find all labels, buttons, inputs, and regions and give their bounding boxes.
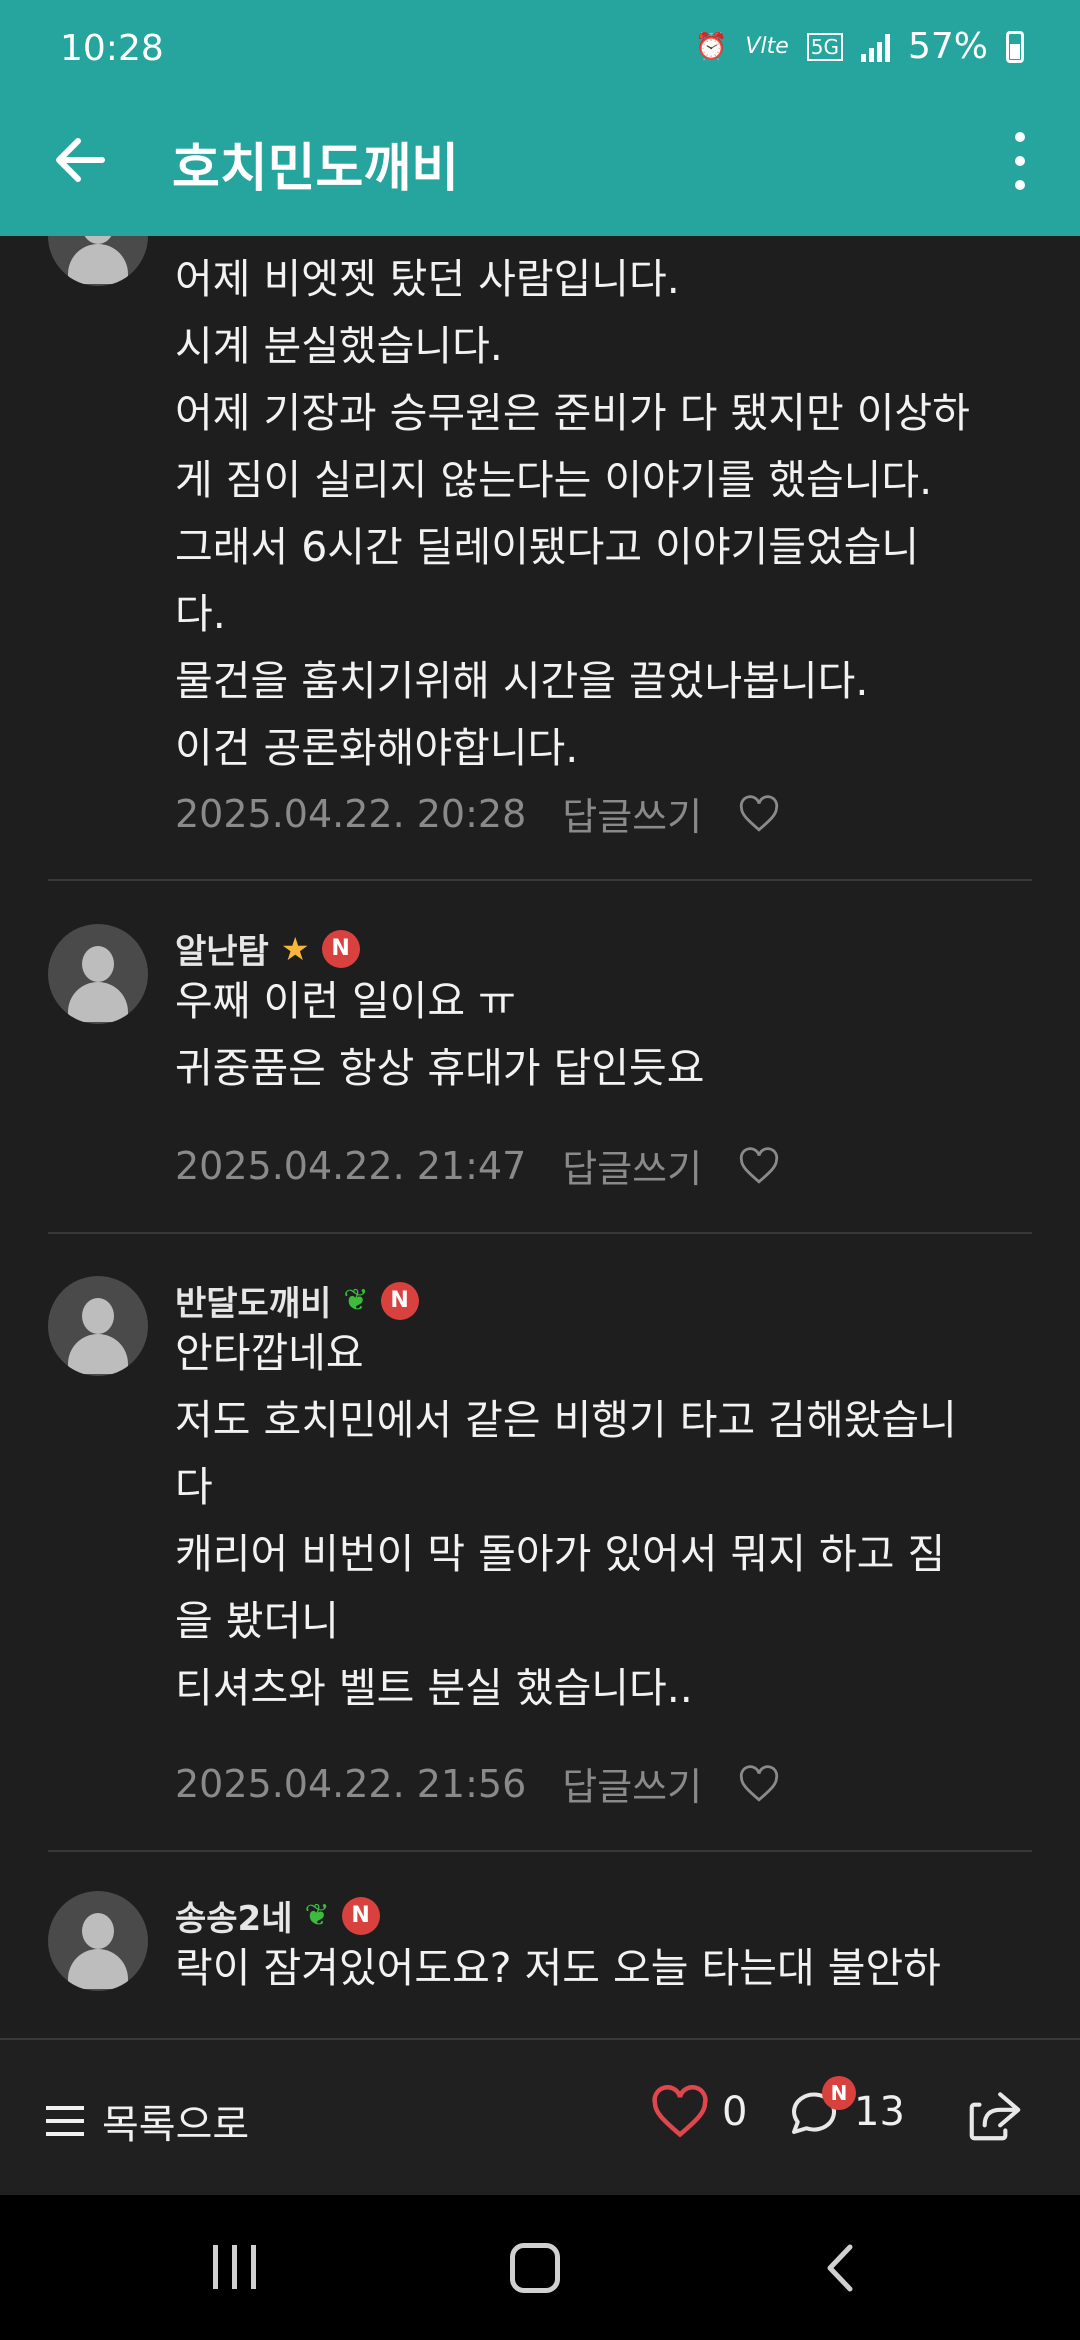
comment-list[interactable]: 어제 비엣젯 탔던 사람입니다. 시계 분실했습니다. 어제 기장과 승무원은 …: [0, 236, 1080, 2038]
new-badge: N: [341, 1896, 380, 1935]
battery-icon: [1006, 30, 1024, 63]
comment-date: 2025.04.22. 21:56: [175, 1761, 527, 1806]
comment-date: 2025.04.22. 20:28: [175, 791, 527, 836]
status-icons: ⏰ Vlte 5G 57%: [695, 26, 1024, 67]
alarm-icon: ⏰: [695, 31, 728, 62]
comment-count: 13: [854, 2089, 905, 2135]
like-count: 0: [722, 2089, 748, 2135]
avatar[interactable]: [48, 236, 148, 286]
comment-author[interactable]: 송송2네 ❦ N: [175, 1891, 380, 1940]
home-button[interactable]: [510, 2243, 560, 2293]
heart-icon: [652, 2085, 708, 2138]
comment-text: 락이 잠겨있어도요? 저도 오늘 타는대 불안하: [175, 1944, 941, 1992]
new-badge: N: [321, 929, 360, 968]
comment-date: 2025.04.22. 21:47: [175, 1143, 527, 1188]
list-label: 목록으로: [102, 2102, 250, 2148]
comment-text: 우째 이런 일이요 ㅠ 귀중품은 항상 휴대가 답인듯요: [175, 977, 705, 1092]
menu-icon: [46, 2106, 84, 2136]
recent-apps-button[interactable]: [213, 2245, 256, 2289]
bottom-action-bar: 목록으로 0 N 13: [0, 2038, 1080, 2195]
back-arrow-icon[interactable]: [50, 130, 110, 190]
comment-text: 안타깝네요 저도 호치민에서 같은 비행기 타고 김해왔습니 다 캐리어 비번이…: [175, 1329, 957, 1712]
system-nav-bar: [0, 2195, 1080, 2340]
avatar[interactable]: [48, 1276, 148, 1376]
comment-meta: 2025.04.22. 21:56 답글쓰기: [175, 1756, 780, 1811]
heart-icon[interactable]: [738, 1145, 780, 1187]
signal-icon: [860, 32, 890, 62]
network-type: 5G: [806, 32, 843, 61]
reply-button[interactable]: 답글쓰기: [562, 786, 702, 841]
comment-author[interactable]: 알난탐 ★ N: [175, 924, 360, 973]
avatar[interactable]: [48, 1891, 148, 1991]
reply-button[interactable]: 답글쓰기: [562, 1756, 702, 1811]
status-time: 10:28: [60, 28, 164, 69]
share-icon[interactable]: [964, 2084, 1026, 2146]
comment-new-badge: N: [822, 2076, 856, 2110]
comment-icon: N: [784, 2076, 856, 2142]
heart-icon[interactable]: [738, 793, 780, 835]
grade-star-icon: ★: [280, 929, 310, 968]
new-badge: N: [380, 1281, 419, 1320]
comment-button[interactable]: N 13: [784, 2076, 905, 2142]
comment-meta: 2025.04.22. 21:47 답글쓰기: [175, 1138, 780, 1193]
grade-sprout-icon: ❦: [343, 1283, 369, 1318]
grade-sprout-icon: ❦: [304, 1898, 330, 1933]
status-bar: 10:28 ⏰ Vlte 5G 57%: [0, 0, 1080, 100]
more-vert-icon[interactable]: [1000, 126, 1040, 196]
heart-icon[interactable]: [738, 1763, 780, 1805]
comment-meta: 2025.04.22. 20:28 답글쓰기: [175, 786, 780, 841]
volte-icon: Vlte: [745, 34, 789, 59]
app-bar: 호치민도깨비: [0, 100, 1080, 236]
divider: [48, 1850, 1032, 1852]
page-title: 호치민도깨비: [172, 139, 460, 199]
nav-back-button[interactable]: [820, 2243, 860, 2293]
back-to-list-button[interactable]: 목록으로: [46, 2092, 249, 2150]
battery-percent: 57%: [907, 26, 988, 67]
comment-text: 어제 비엣젯 탔던 사람입니다. 시계 분실했습니다. 어제 기장과 승무원은 …: [175, 255, 970, 772]
divider: [48, 1232, 1032, 1234]
avatar[interactable]: [48, 924, 148, 1024]
comment-author[interactable]: 반달도깨비 ❦ N: [175, 1276, 419, 1325]
divider: [48, 879, 1032, 881]
like-button[interactable]: 0: [650, 2082, 747, 2142]
reply-button[interactable]: 답글쓰기: [562, 1138, 702, 1193]
